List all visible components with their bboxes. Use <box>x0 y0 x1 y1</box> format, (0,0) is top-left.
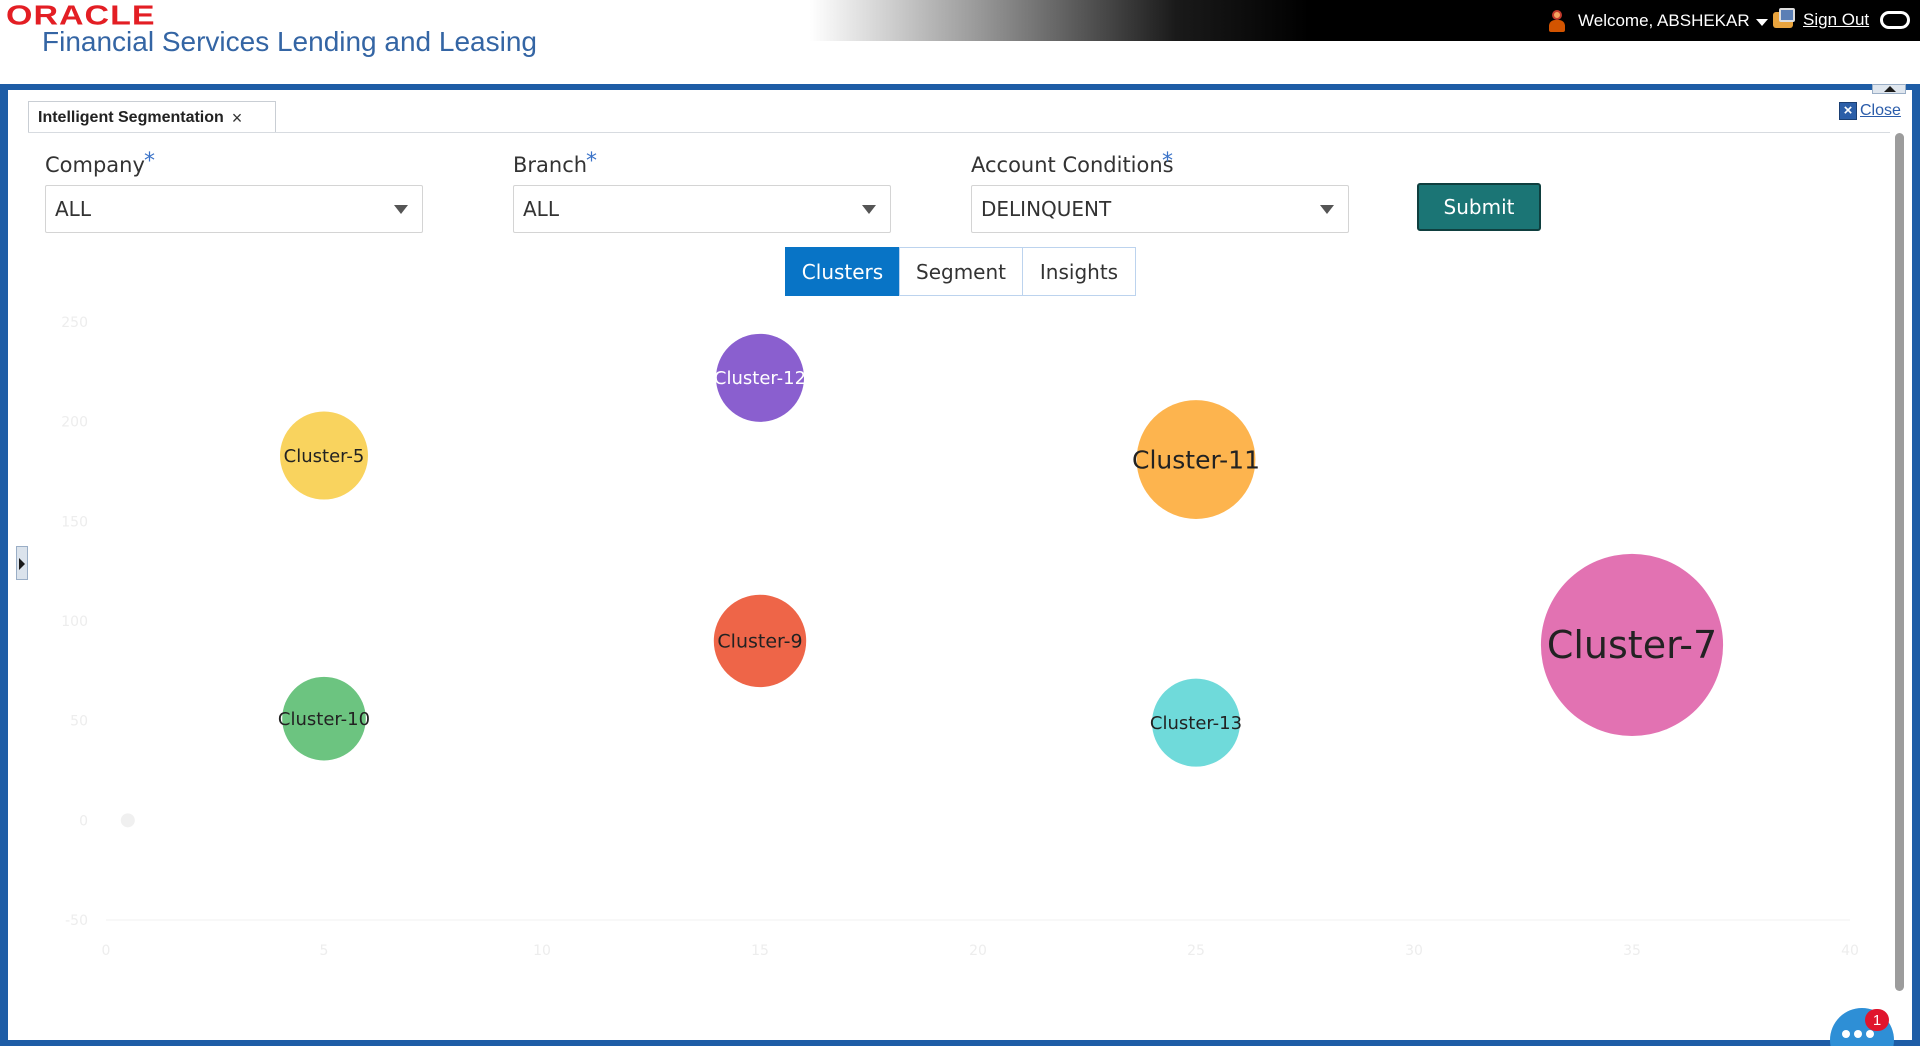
collapse-header-button[interactable] <box>1872 84 1906 94</box>
scrollbar-thumb[interactable] <box>1895 133 1904 991</box>
bubble-label: Cluster-10 <box>278 709 370 730</box>
company-label-text: Company <box>45 153 145 177</box>
tab-divider <box>28 132 1890 133</box>
y-tick-label: -50 <box>65 913 88 929</box>
chat-notification-badge: 1 <box>1865 1009 1889 1031</box>
chevron-down-icon <box>1320 205 1334 214</box>
sign-out-label: Sign Out <box>1803 10 1870 29</box>
sign-out-link[interactable]: Sign Out <box>1773 8 1870 30</box>
app-header: ORACLE Financial Services Lending and Le… <box>0 0 1920 84</box>
user-icon <box>1548 8 1566 34</box>
tab-segment[interactable]: Segment <box>899 247 1023 296</box>
chevron-down-icon <box>394 205 408 214</box>
submit-button[interactable]: Submit <box>1417 183 1541 231</box>
account-conditions-value: DELINQUENT <box>981 197 1112 221</box>
tab-insights[interactable]: Insights <box>1022 247 1136 296</box>
x-tick-label: 30 <box>1405 943 1423 959</box>
x-tick-label: 35 <box>1623 943 1641 959</box>
y-tick-label: 200 <box>61 415 88 431</box>
x-tick-label: 5 <box>320 943 329 959</box>
sign-out-icon <box>1773 8 1795 28</box>
tab-intelligent-segmentation[interactable]: Intelligent Segmentation × <box>28 101 276 133</box>
x-tick-label: 0 <box>102 943 111 959</box>
bubble-label: Cluster-5 <box>284 446 365 467</box>
y-tick-label: 0 <box>79 813 88 829</box>
bubble-label: Cluster-11 <box>1132 445 1260 474</box>
company-select[interactable]: ALL <box>45 185 423 233</box>
chevron-down-icon <box>1755 18 1768 26</box>
welcome-text: Welcome, ABSHEKAR <box>1578 11 1750 30</box>
user-menu[interactable]: Welcome, ABSHEKAR <box>1548 8 1768 34</box>
cluster-bubble-cluster-9[interactable]: Cluster-9 <box>713 594 807 688</box>
y-tick-label: 150 <box>61 514 88 530</box>
product-name: Financial Services Lending and Leasing <box>42 26 537 57</box>
account-conditions-required-mark: * <box>1162 149 1173 174</box>
data-point <box>120 813 135 828</box>
branch-required-mark: * <box>586 149 597 174</box>
app-window: ORACLE Financial Services Lending and Le… <box>0 0 1920 1046</box>
account-conditions-label: Account Conditions * <box>971 149 1174 177</box>
company-label: Company * <box>45 149 155 177</box>
x-tick-label: 20 <box>969 943 987 959</box>
x-tick-label: 10 <box>533 943 551 959</box>
y-tick-label: 250 <box>61 315 88 331</box>
bubble-label: Cluster-12 <box>714 368 806 389</box>
close-button[interactable]: × Close <box>1839 102 1901 120</box>
chat-icon <box>1842 1030 1874 1038</box>
y-tick-label: 50 <box>70 714 88 730</box>
sidebar-toggle-button[interactable] <box>16 546 28 580</box>
branch-label-text: Branch <box>513 153 588 177</box>
bubble-label: Cluster-13 <box>1150 713 1242 734</box>
x-tick-label: 25 <box>1187 943 1205 959</box>
cluster-bubble-cluster-5[interactable]: Cluster-5 <box>280 411 368 500</box>
y-tick-label: 100 <box>61 614 88 630</box>
branch-value: ALL <box>523 197 559 221</box>
x-tick-label: 15 <box>751 943 769 959</box>
account-conditions-select[interactable]: DELINQUENT <box>971 185 1349 233</box>
branch-select[interactable]: ALL <box>513 185 891 233</box>
company-value: ALL <box>55 197 91 221</box>
tab-label: Intelligent Segmentation <box>38 108 224 126</box>
tab-close-icon[interactable]: × <box>232 108 243 129</box>
bubble-label: Cluster-9 <box>717 631 802 653</box>
tab-clusters[interactable]: Clusters <box>785 247 900 296</box>
account-conditions-label-text: Account Conditions <box>971 153 1174 177</box>
branch-label: Branch * <box>513 149 597 177</box>
company-required-mark: * <box>144 149 155 174</box>
close-icon: × <box>1839 102 1857 120</box>
x-tick-label: 40 <box>1841 943 1859 959</box>
oracle-ring-icon <box>1880 11 1910 29</box>
cluster-bubble-cluster-7[interactable]: Cluster-7 <box>1540 553 1724 736</box>
chevron-down-icon <box>862 205 876 214</box>
close-label: Close <box>1860 102 1901 119</box>
bubble-label: Cluster-7 <box>1547 623 1717 667</box>
